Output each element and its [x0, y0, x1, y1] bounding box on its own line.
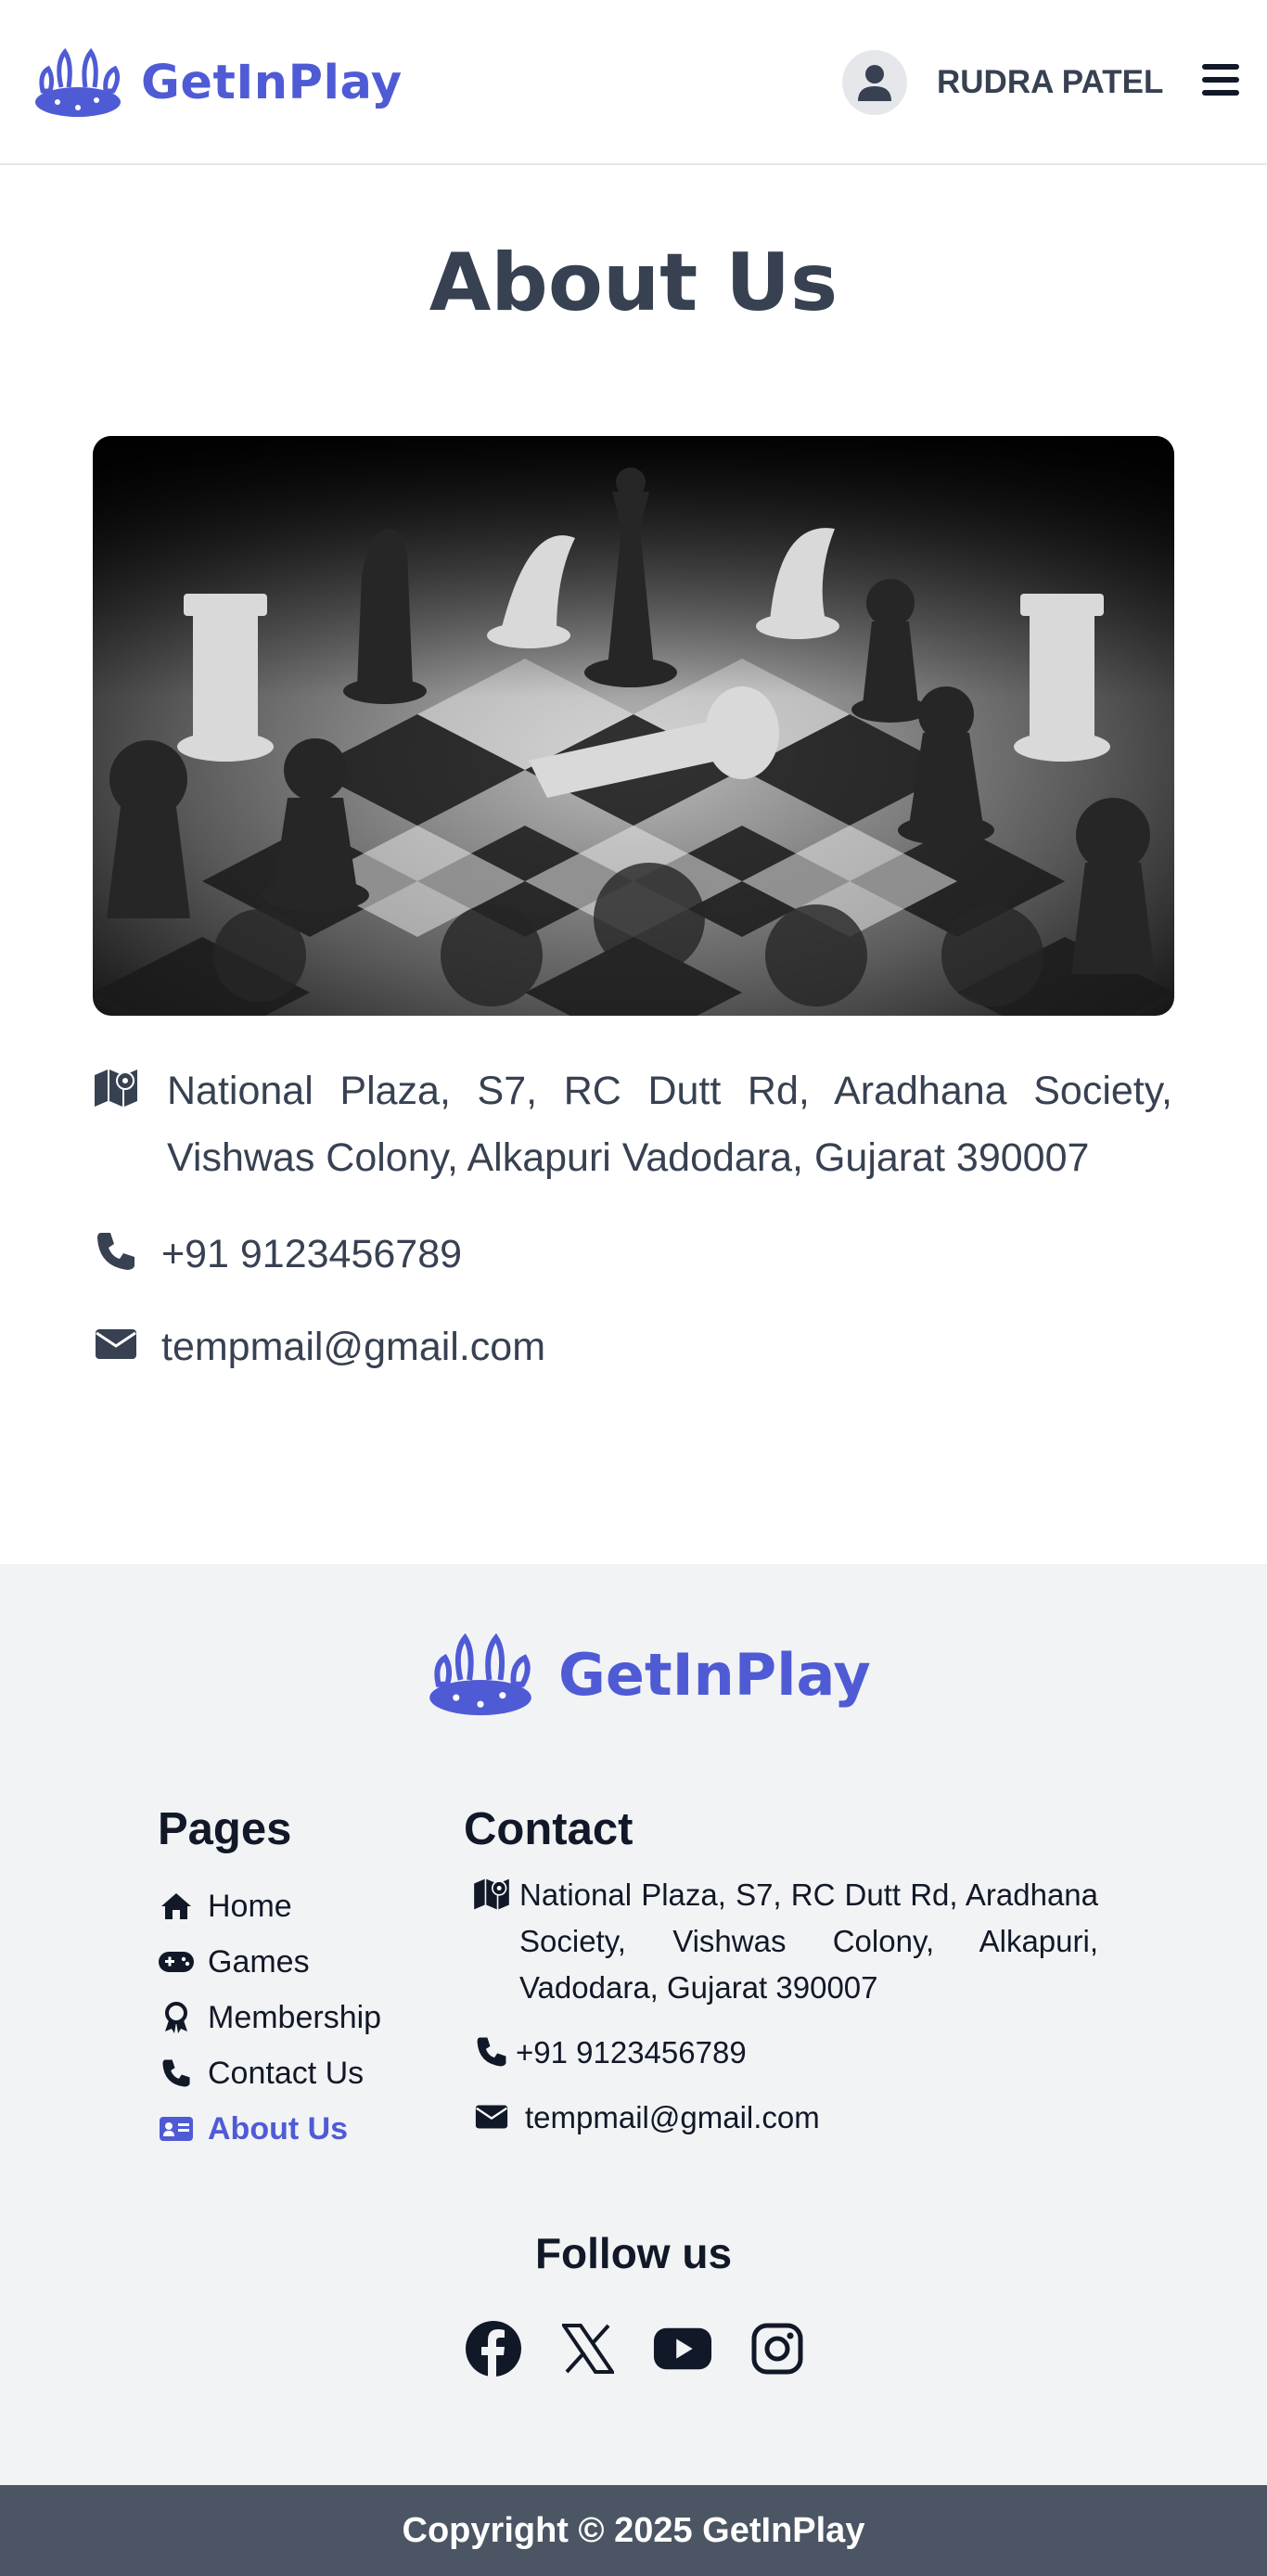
facebook-icon[interactable] — [464, 2319, 523, 2378]
instagram-icon[interactable] — [748, 2319, 807, 2378]
avatar[interactable] — [842, 50, 907, 115]
brand-name: GetInPlay — [141, 55, 403, 110]
brand-logo-icon — [35, 47, 121, 117]
footer-nav-about[interactable]: About Us — [158, 2110, 348, 2147]
phone-icon — [93, 1228, 139, 1275]
phone-text[interactable]: +91 9123456789 — [161, 1221, 462, 1288]
footer-phone-row: +91 9123456789 — [471, 2030, 747, 2076]
footer-nav-label: Home — [208, 1888, 292, 1924]
chess-image — [93, 436, 1174, 1016]
social-links — [464, 2319, 842, 2378]
site-header: GetInPlay RUDRA PATEL — [0, 0, 1267, 165]
contact-title: Contact — [464, 1804, 634, 1854]
award-icon — [158, 2001, 195, 2034]
footer-logo[interactable]: GetInPlay — [423, 1631, 871, 1718]
footer-nav-home[interactable]: Home — [158, 1888, 292, 1925]
footer-email-text[interactable]: tempmail@gmail.com — [525, 2095, 820, 2141]
map-icon — [471, 1876, 512, 1913]
envelope-icon — [471, 2098, 512, 2135]
footer-nav-label: Games — [208, 1943, 310, 1980]
footer-brand-name: GetInPlay — [558, 1640, 871, 1709]
footer-nav-games[interactable]: Games — [158, 1943, 310, 1980]
footer-phone-text[interactable]: +91 9123456789 — [516, 2030, 747, 2076]
hamburger-icon[interactable] — [1202, 61, 1239, 98]
address-text: National Plaza, S7, RC Dutt Rd, Aradhana… — [167, 1069, 1172, 1180]
youtube-icon[interactable] — [653, 2319, 712, 2378]
id-card-icon — [158, 2112, 195, 2146]
footer-address-row: National Plaza, S7, RC Dutt Rd, Aradhana… — [471, 1872, 1098, 2011]
footer-nav-label: About Us — [208, 2110, 349, 2147]
copyright-text: Copyright © 2025 GetInPlay — [402, 2510, 865, 2550]
copyright-bar: Copyright © 2025 GetInPlay — [0, 2485, 1267, 2576]
page-title: About Us — [429, 237, 838, 329]
phone-row: +91 9123456789 — [93, 1221, 462, 1288]
email-row: tempmail@gmail.com — [93, 1314, 545, 1380]
gamepad-icon — [158, 1945, 195, 1979]
address-row: National Plaza, S7, RC Dutt Rd, Aradhana… — [93, 1057, 1172, 1191]
follow-title: Follow us — [534, 2229, 733, 2277]
x-icon[interactable] — [558, 2319, 618, 2378]
map-icon — [93, 1065, 139, 1111]
footer-nav-label: Contact Us — [208, 2055, 365, 2091]
email-text[interactable]: tempmail@gmail.com — [161, 1314, 545, 1380]
footer-nav-label: Membership — [208, 1999, 382, 2035]
envelope-icon — [93, 1321, 139, 1367]
user-name[interactable]: RUDRA PATEL — [937, 64, 1163, 101]
brand-logo-icon — [429, 1633, 531, 1716]
header-logo[interactable]: GetInPlay — [30, 46, 403, 119]
footer-nav-contact[interactable]: Contact Us — [158, 2055, 364, 2092]
footer-address-text: National Plaza, S7, RC Dutt Rd, Aradhana… — [519, 1878, 1098, 2005]
pages-title: Pages — [158, 1804, 292, 1854]
footer-email-row: tempmail@gmail.com — [471, 2095, 820, 2141]
phone-icon — [471, 2033, 512, 2070]
user-icon — [858, 65, 891, 101]
user-menu[interactable]: RUDRA PATEL — [842, 50, 1163, 115]
home-icon — [158, 1890, 195, 1923]
phone-icon — [158, 2057, 195, 2090]
footer-nav-membership[interactable]: Membership — [158, 1999, 381, 2036]
hero-image — [93, 436, 1174, 1016]
